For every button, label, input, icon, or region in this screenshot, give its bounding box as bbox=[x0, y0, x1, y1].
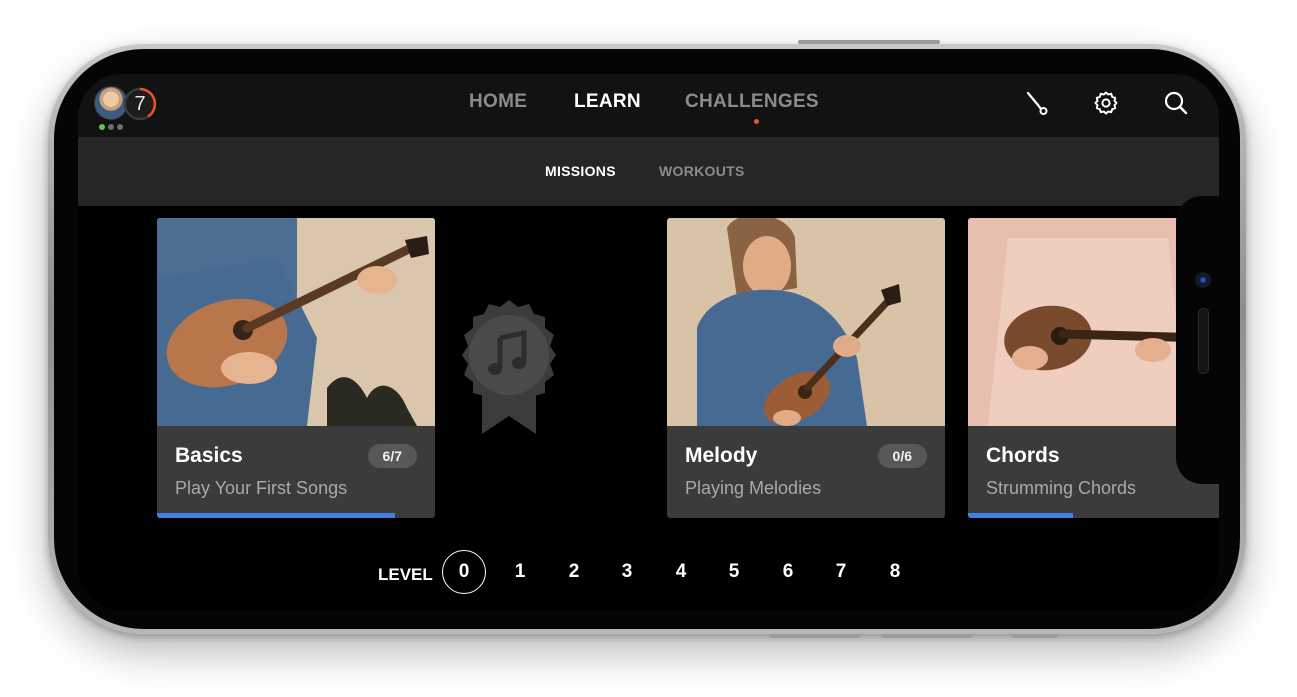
nav-home[interactable]: HOME bbox=[469, 91, 527, 113]
mission-card-basics[interactable]: Basics 6/7 Play Your First Songs bbox=[157, 218, 435, 518]
card-progress-badge: 6/7 bbox=[367, 444, 417, 468]
top-bar: 7 HOME LEARN CHALLENGES bbox=[78, 74, 1219, 137]
nav-learn[interactable]: LEARN bbox=[574, 91, 641, 113]
earpiece-speaker bbox=[1198, 308, 1209, 374]
volume-button-down bbox=[882, 634, 972, 638]
sub-tab-bar: MISSIONS WORKOUTS bbox=[78, 137, 1219, 206]
volume-button-top bbox=[798, 40, 940, 44]
card-title: Chords bbox=[986, 444, 1060, 467]
card-photo-melody bbox=[667, 218, 945, 426]
card-progress-track bbox=[667, 513, 945, 518]
challenges-notification-dot bbox=[754, 119, 759, 124]
card-title: Basics bbox=[175, 444, 243, 467]
level-label: LEVEL bbox=[378, 565, 433, 584]
power-button bbox=[770, 634, 860, 638]
level-6-button[interactable]: 6 bbox=[766, 550, 810, 594]
card-photo-basics bbox=[157, 218, 435, 426]
card-subtitle: Play Your First Songs bbox=[175, 478, 348, 498]
level-7-button[interactable]: 7 bbox=[819, 550, 863, 594]
app-screen: 7 HOME LEARN CHALLENGES MISSIONS WORKOUT… bbox=[78, 74, 1219, 610]
front-camera bbox=[1195, 272, 1211, 288]
card-progress-badge: 0/6 bbox=[877, 444, 927, 468]
music-note-icon bbox=[462, 300, 556, 434]
card-progress-bar bbox=[157, 513, 396, 518]
search-icon[interactable] bbox=[1163, 90, 1189, 116]
card-progress-track bbox=[968, 513, 1219, 518]
tab-missions[interactable]: MISSIONS bbox=[545, 163, 616, 179]
tab-workouts[interactable]: WORKOUTS bbox=[659, 163, 745, 179]
card-title: Melody bbox=[685, 444, 758, 467]
level-5-button[interactable]: 5 bbox=[712, 550, 756, 594]
level-8-button[interactable]: 8 bbox=[873, 550, 917, 594]
mute-switch bbox=[1012, 634, 1058, 638]
gear-icon[interactable] bbox=[1093, 90, 1119, 116]
card-subtitle: Strumming Chords bbox=[986, 478, 1137, 498]
nav-challenges[interactable]: CHALLENGES bbox=[685, 91, 819, 113]
card-subtitle: Playing Melodies bbox=[685, 478, 822, 498]
level-0-button[interactable]: 0 bbox=[442, 550, 486, 594]
mission-card-melody[interactable]: Melody 0/6 Playing Melodies bbox=[667, 218, 945, 518]
level-4-button[interactable]: 4 bbox=[659, 550, 703, 594]
level-3-button[interactable]: 3 bbox=[605, 550, 649, 594]
card-progress-track bbox=[157, 513, 435, 518]
tuner-icon[interactable] bbox=[1024, 90, 1050, 116]
card-progress-bar bbox=[968, 513, 1073, 518]
level-1-button[interactable]: 1 bbox=[498, 550, 542, 594]
level-2-button[interactable]: 2 bbox=[552, 550, 596, 594]
